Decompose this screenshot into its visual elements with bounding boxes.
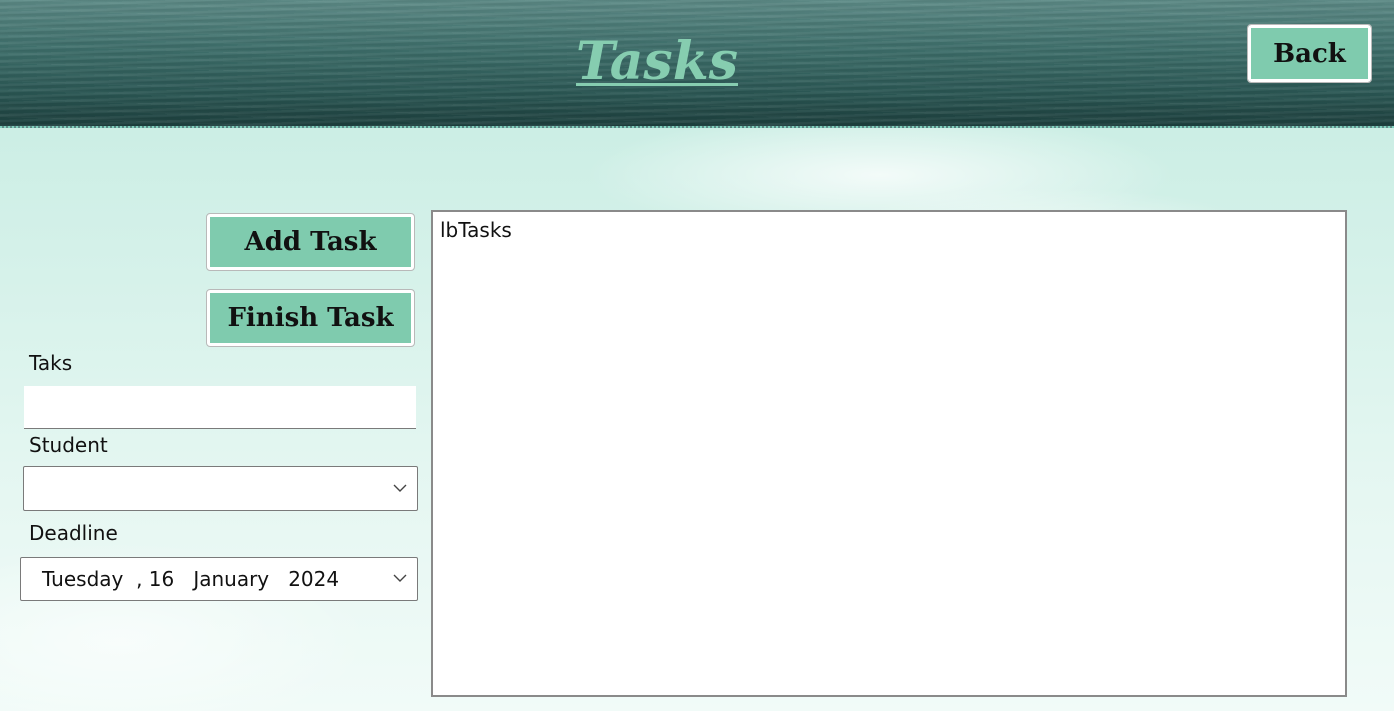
listbox-placeholder-text: lbTasks: [440, 218, 512, 242]
finish-task-button[interactable]: Finish Task: [206, 289, 415, 347]
back-button[interactable]: Back: [1247, 24, 1372, 83]
add-task-button[interactable]: Add Task: [206, 213, 415, 271]
deadline-label: Deadline: [29, 521, 118, 545]
page-title: Tasks: [576, 31, 738, 92]
deadline-date-value: Tuesday , 16 January 2024: [42, 567, 340, 591]
deadline-date-picker[interactable]: Tuesday , 16 January 2024: [20, 557, 418, 601]
student-dropdown[interactable]: [23, 466, 418, 511]
task-label: Taks: [29, 351, 73, 375]
tasks-listbox[interactable]: lbTasks: [431, 210, 1347, 697]
chevron-down-icon: [393, 484, 407, 492]
chevron-down-icon: [393, 574, 407, 582]
header-banner: Tasks Back: [0, 0, 1394, 128]
student-label: Student: [29, 433, 108, 457]
task-input[interactable]: [24, 386, 416, 429]
